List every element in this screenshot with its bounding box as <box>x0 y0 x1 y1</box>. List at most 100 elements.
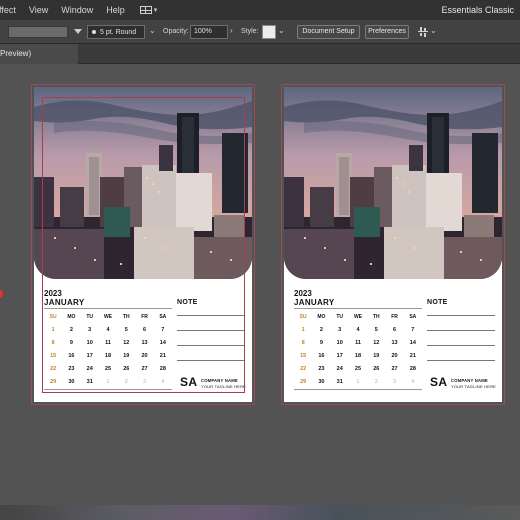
chevron-down-icon[interactable]: ⌄ <box>278 26 285 35</box>
day-cell: 25 <box>354 365 362 372</box>
opacity-label[interactable]: Opacity: <box>163 28 189 35</box>
day-cell: 26 <box>123 365 130 372</box>
graphic-style-swatch[interactable] <box>262 25 276 39</box>
week-row: 22 23 24 25 26 27 28 <box>294 362 422 375</box>
day-cell-next-month: 2 <box>124 378 128 385</box>
day-cell: 21 <box>409 352 416 359</box>
artboard-1[interactable]: 2023 JANUARY SU MO TU WE TH FR SA 1 2 3 … <box>31 84 255 405</box>
week-row: 22 23 24 25 26 27 28 <box>44 362 172 375</box>
workspace-switcher[interactable]: Essentials Classic <box>441 5 514 15</box>
artboard-2[interactable]: 2023 JANUARY SU MO TU WE TH FR SA 1 2 3 … <box>281 84 505 405</box>
chevron-down-icon[interactable] <box>74 29 82 34</box>
weekday-label: SU <box>299 313 307 320</box>
day-cell: 1 <box>301 326 305 333</box>
chevron-down-icon: ▾ <box>153 7 158 14</box>
arrange-documents-button[interactable]: ▾ <box>139 6 158 14</box>
chevron-down-icon[interactable]: ⌄ <box>149 26 156 35</box>
calendar-page: 2023 JANUARY SU MO TU WE TH FR SA 1 2 3 … <box>284 87 502 402</box>
day-cell: 14 <box>159 339 166 346</box>
weekday-label: SA <box>159 313 167 320</box>
menu-view[interactable]: View <box>29 5 48 15</box>
week-row: 8 9 10 11 12 13 14 <box>294 336 422 349</box>
document-tab[interactable]: Preview) <box>0 44 78 64</box>
arrange-grid-icon <box>139 6 152 14</box>
note-title: NOTE <box>427 299 448 306</box>
company-name: COMPANY NAME <box>201 378 238 383</box>
day-cell: 16 <box>68 352 75 359</box>
day-cell: 10 <box>336 339 343 346</box>
brush-dot-icon <box>92 30 96 34</box>
week-row: 15 16 17 18 19 20 21 <box>44 349 172 362</box>
calendar-page: 2023 JANUARY SU MO TU WE TH FR SA 1 2 3 … <box>34 87 252 402</box>
day-cell: 29 <box>50 378 57 385</box>
calendar-grid: SU MO TU WE TH FR SA 1 2 3 4 5 6 7 8 9 1… <box>294 310 422 388</box>
weekday-header-row: SU MO TU WE TH FR SA <box>294 310 422 323</box>
day-cell: 30 <box>318 378 325 385</box>
document-setup-button[interactable]: Document Setup <box>297 25 360 39</box>
day-cell: 8 <box>51 339 55 346</box>
day-cell: 6 <box>393 326 397 333</box>
company-tagline: YOUR TAGLINE HERE <box>201 384 247 389</box>
divider <box>294 308 422 309</box>
city-skyline-photo <box>284 87 502 279</box>
stroke-weight-field[interactable] <box>8 26 68 38</box>
city-skyline-photo <box>34 87 252 279</box>
day-cell: 7 <box>411 326 415 333</box>
day-cell: 5 <box>374 326 378 333</box>
menu-help[interactable]: Help <box>106 5 125 15</box>
brush-definition-dropdown[interactable]: 5 pt. Round <box>87 25 145 39</box>
day-cell: 31 <box>336 378 343 385</box>
day-cell: 3 <box>338 326 342 333</box>
day-cell-next-month: 2 <box>374 378 378 385</box>
weekday-label: MO <box>317 313 326 320</box>
day-cell: 4 <box>356 326 360 333</box>
preferences-button[interactable]: Preferences <box>365 25 409 39</box>
opacity-input[interactable]: 100% <box>190 25 228 39</box>
align-icon[interactable] <box>418 27 428 37</box>
day-cell: 12 <box>373 339 380 346</box>
day-cell: 2 <box>319 326 323 333</box>
day-cell: 25 <box>104 365 112 372</box>
day-cell: 20 <box>391 352 398 359</box>
weekday-label: WE <box>103 313 113 320</box>
weekday-label: FR <box>141 313 148 320</box>
company-name: COMPANY NAME <box>451 378 488 383</box>
divider <box>44 308 172 309</box>
brand-logo: SA <box>430 375 448 389</box>
day-cell: 14 <box>409 339 416 346</box>
chevron-down-icon[interactable]: ⌄ <box>430 26 437 35</box>
weekday-label: FR <box>391 313 398 320</box>
menu-effect[interactable]: ffect <box>0 5 16 15</box>
day-cell-next-month: 3 <box>393 378 397 385</box>
calendar-month: JANUARY <box>294 298 335 307</box>
note-title: NOTE <box>177 299 198 306</box>
note-line <box>177 315 245 316</box>
opacity-dropdown-button[interactable]: › <box>230 26 233 35</box>
day-cell: 18 <box>354 352 362 359</box>
week-row: 15 16 17 18 19 20 21 <box>294 349 422 362</box>
day-cell: 6 <box>143 326 147 333</box>
week-row: 29 30 31 1 2 3 4 <box>294 375 422 388</box>
divider <box>44 389 172 390</box>
day-cell: 20 <box>141 352 148 359</box>
day-cell: 11 <box>105 339 111 346</box>
day-cell: 31 <box>86 378 93 385</box>
day-cell: 19 <box>373 352 380 359</box>
note-line <box>427 360 495 361</box>
day-cell: 2 <box>69 326 73 333</box>
day-cell: 15 <box>300 352 307 359</box>
day-cell: 24 <box>86 365 93 372</box>
day-cell: 24 <box>336 365 343 372</box>
note-line <box>177 345 245 346</box>
menu-window[interactable]: Window <box>61 5 93 15</box>
day-cell: 21 <box>159 352 166 359</box>
day-cell: 23 <box>318 365 325 372</box>
weekday-label: SU <box>49 313 57 320</box>
day-cell: 16 <box>318 352 325 359</box>
note-line <box>427 315 495 316</box>
day-cell: 22 <box>300 365 307 372</box>
day-cell: 3 <box>88 326 92 333</box>
week-row: 29 30 31 1 2 3 4 <box>44 375 172 388</box>
day-cell: 4 <box>106 326 110 333</box>
week-row: 8 9 10 11 12 13 14 <box>44 336 172 349</box>
